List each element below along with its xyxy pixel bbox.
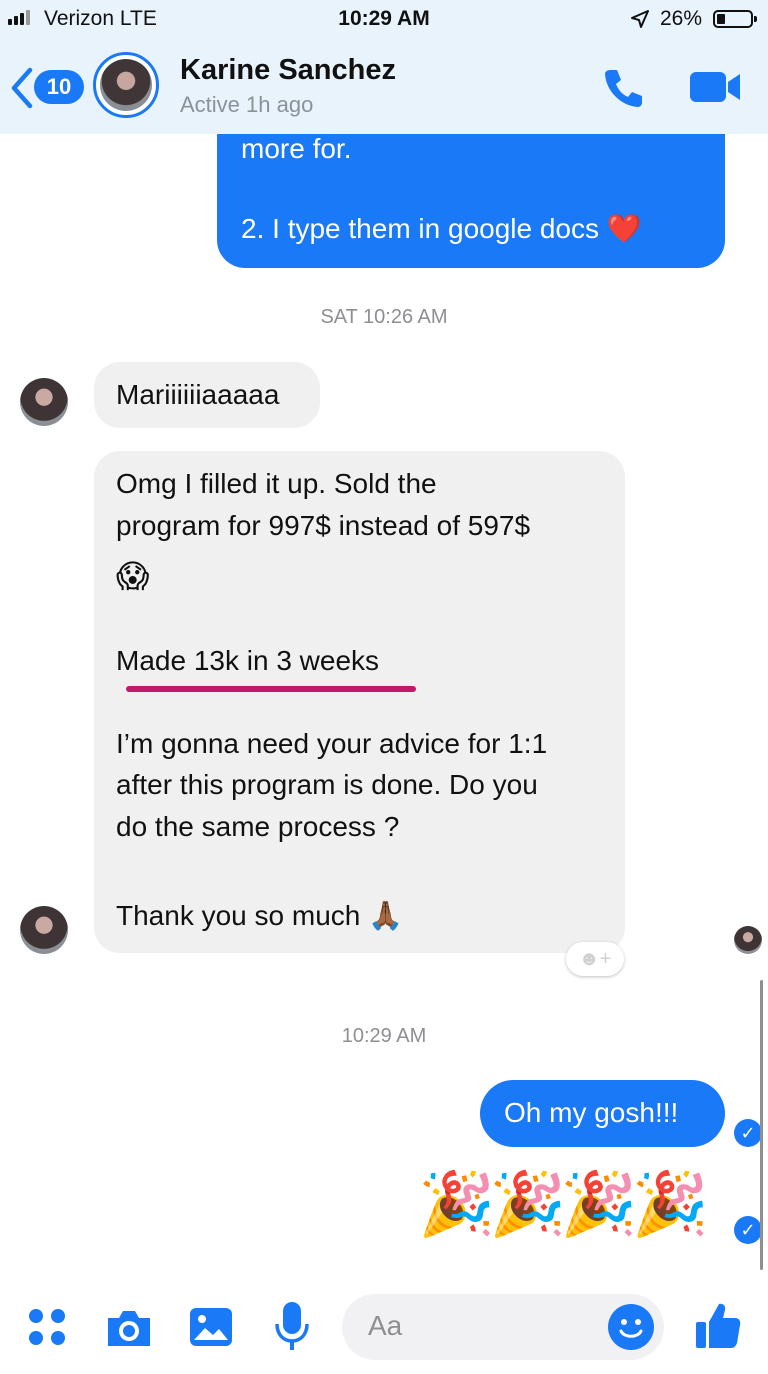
message-placeholder: Aa [368,1310,403,1341]
sender-avatar[interactable] [20,906,68,954]
add-reaction-button[interactable]: ☻+ [566,942,624,976]
message-line: I’m gonna need your advice for 1:1 [116,728,548,759]
message-line: do the same process ? [116,811,400,842]
composer-bar: Aa [0,1280,768,1374]
unread-count-badge[interactable]: 10 [34,70,84,104]
battery-percent: 26% [660,7,703,30]
message-text: 2. I type them in google docs ❤️ [241,213,642,244]
camera-icon[interactable] [104,1306,154,1350]
message-line: program for 997$ instead of 597$ [116,510,531,541]
back-chevron-icon[interactable] [8,66,34,110]
message-line-highlighted: Made 13k in 3 weeks [116,645,380,676]
emoji-icon[interactable] [608,1304,654,1350]
handwritten-underline [126,686,416,692]
scrollbar[interactable] [760,980,763,1270]
phone-icon[interactable] [600,64,648,112]
scream-emoji: 😱 [116,558,150,594]
party-popper-emoji-message[interactable]: 🎉🎉🎉🎉 [418,1165,709,1245]
contact-avatar[interactable] [93,52,159,118]
status-bar: Verizon LTE 10:29 AM 26% [0,0,768,40]
incoming-message[interactable]: Omg I filled it up. Sold the program for… [94,451,625,953]
video-camera-icon[interactable] [688,68,742,106]
delivered-check-icon: ✓ [734,1216,762,1244]
sender-avatar[interactable] [20,378,68,426]
location-arrow-icon [631,10,649,28]
message-text: Oh my gosh!!! [504,1097,679,1128]
thumbs-up-icon[interactable] [694,1300,742,1350]
contact-status: Active 1h ago [180,92,314,117]
photo-icon[interactable] [188,1304,234,1350]
delivered-check-icon: ✓ [734,1119,762,1147]
message-text-cut: more for. [241,133,352,164]
message-line: after this program is done. Do you [116,769,538,800]
microphone-icon[interactable] [274,1300,310,1354]
timestamp: 10:29 AM [341,1025,427,1047]
message-line: Thank you so much 🙏🏾 [116,900,403,931]
outgoing-message[interactable]: Oh my gosh!!! [480,1080,725,1147]
contact-name[interactable]: Karine Sanchez [180,54,396,87]
top-bar: Verizon LTE 10:29 AM 26% 10 Karine Sanch… [0,0,768,134]
message-line: Omg I filled it up. Sold the [116,468,437,499]
seen-avatar [734,926,762,954]
status-time: 10:29 AM [338,7,430,30]
apps-grid-icon[interactable] [26,1306,68,1348]
incoming-message[interactable]: Mariiiiiiaaaaa [94,362,320,428]
timestamp: SAT 10:26 AM [320,306,448,328]
battery-icon [713,10,757,28]
message-text: Mariiiiiiaaaaa [116,379,280,410]
